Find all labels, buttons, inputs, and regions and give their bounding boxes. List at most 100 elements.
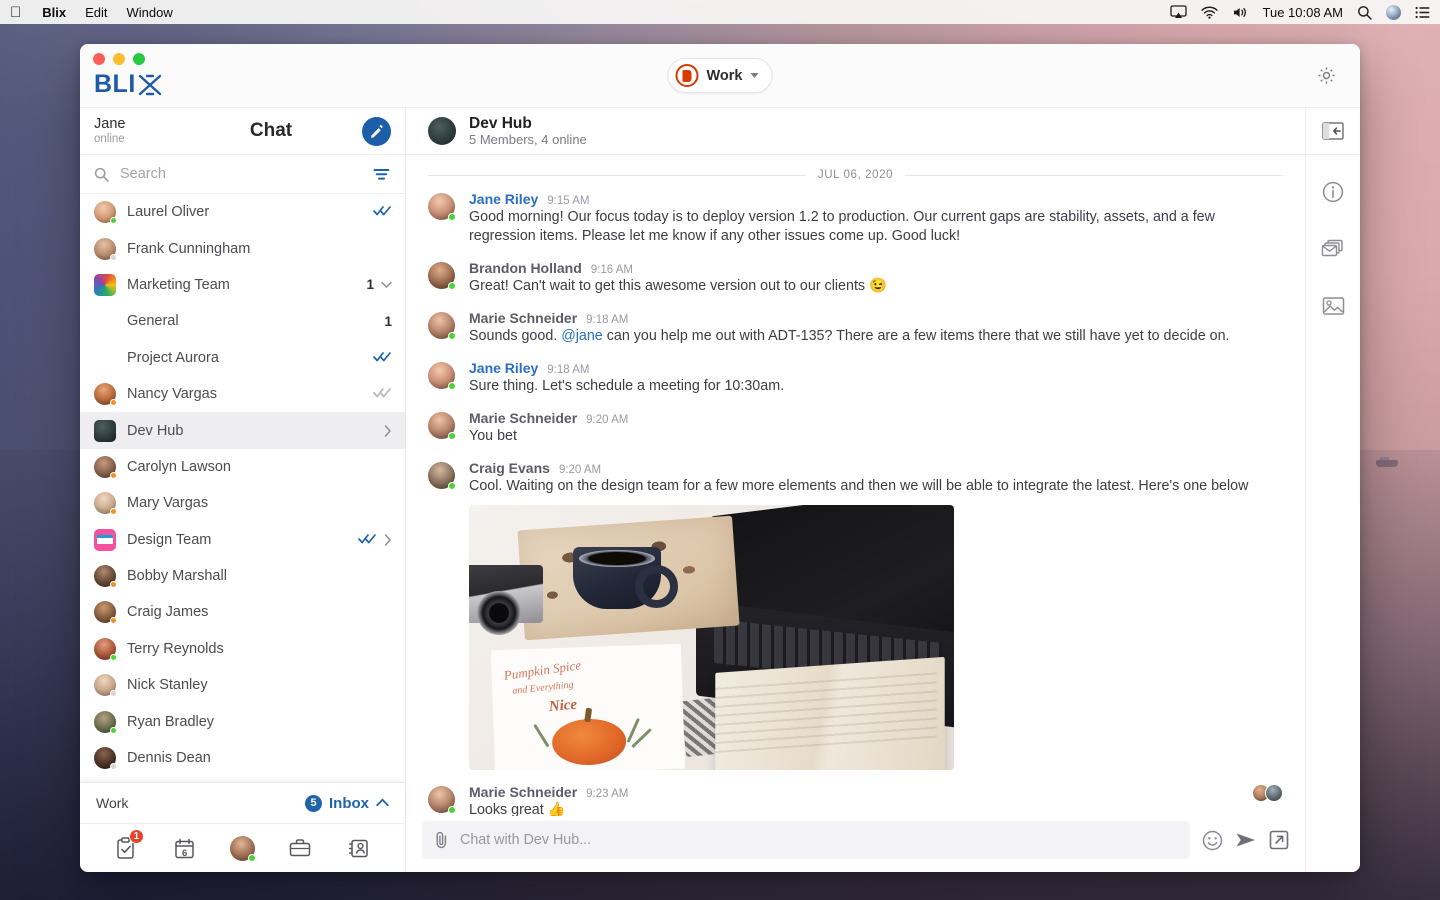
info-icon[interactable]	[1306, 163, 1361, 220]
chat-list-item-dev-hub[interactable]: Dev Hub	[80, 412, 405, 449]
chat-list-item-nick-stanley[interactable]: Nick Stanley	[80, 667, 405, 703]
sidebar-search-bar[interactable]	[80, 155, 405, 194]
smiley-icon[interactable]	[1202, 830, 1223, 851]
message-author[interactable]: Marie Schneider	[469, 410, 577, 426]
current-user[interactable]: Jane online	[94, 116, 190, 146]
mention-link[interactable]: @jane	[561, 328, 603, 344]
menu-window[interactable]: Window	[127, 5, 173, 20]
message-author[interactable]: Jane Riley	[469, 191, 538, 207]
message-author[interactable]: Jane Riley	[469, 360, 538, 376]
gear-icon[interactable]	[1314, 64, 1338, 88]
chat-list-item-label: Marketing Team	[127, 276, 230, 293]
message-item: Marie Schneider 9:20 AM You bet	[428, 410, 1283, 446]
composer-input-box[interactable]	[422, 821, 1190, 859]
chat-list-item-design-team[interactable]: Design Team	[80, 522, 405, 558]
inbox-bar[interactable]: Work 5 Inbox	[80, 782, 405, 823]
message-author[interactable]: Craig Evans	[469, 460, 550, 476]
inbox-label: Inbox	[329, 794, 369, 812]
message-image-attachment[interactable]: Pumpkin Spice and Everything Nice	[469, 505, 954, 770]
message-text: Good morning! Our focus today is to depl…	[469, 209, 1215, 244]
avatar	[94, 637, 117, 661]
chat-list-item-project-aurora[interactable]: Project Aurora	[80, 340, 405, 376]
maximize-button[interactable]	[133, 53, 145, 65]
message-input[interactable]	[460, 832, 1178, 848]
avatar	[428, 193, 456, 221]
menu-blix[interactable]: Blix	[42, 5, 66, 20]
avatar	[94, 201, 117, 225]
window-controls[interactable]	[93, 53, 145, 65]
chat-list-item-nancy-vargas[interactable]: Nancy Vargas	[80, 376, 405, 412]
contacts-tab[interactable]	[341, 831, 375, 865]
external-link-icon[interactable]	[1269, 830, 1289, 850]
chat-list-item-bobby-marshall[interactable]: Bobby Marshall	[80, 558, 405, 594]
collapse-panel-icon[interactable]	[1306, 103, 1360, 160]
conversation-title: Dev Hub	[469, 114, 532, 132]
apple-menu-icon[interactable]: 	[10, 5, 21, 20]
control-center-icon[interactable]	[1415, 6, 1430, 19]
paperclip-icon[interactable]	[434, 831, 449, 849]
message-list[interactable]: JUL 06, 2020 Jane Riley 9:15 AM Good mor…	[406, 155, 1305, 816]
close-button[interactable]	[93, 53, 105, 65]
chat-list-item-laurel-oliver[interactable]: Laurel Oliver	[80, 194, 405, 230]
account-label: Work	[96, 795, 129, 811]
messages-stack-icon[interactable]	[1306, 220, 1361, 277]
inbox-count-badge: 5	[305, 794, 322, 812]
message-author[interactable]: Brandon Holland	[469, 260, 582, 276]
chevron-right-icon[interactable]	[384, 533, 392, 546]
menubar-clock[interactable]: Tue 10:08 AM	[1263, 5, 1343, 20]
siri-icon[interactable]	[1386, 4, 1401, 20]
message-author[interactable]: Marie Schneider	[469, 310, 577, 326]
chat-list-item-terry-reynolds[interactable]: Terry Reynolds	[80, 631, 405, 667]
chat-list-item-carolyn-lawson[interactable]: Carolyn Lawson	[80, 449, 405, 485]
minimize-button[interactable]	[113, 53, 125, 65]
workspace-label: Work	[706, 67, 743, 84]
message-author[interactable]: Marie Schneider	[469, 784, 577, 800]
send-icon[interactable]	[1235, 830, 1257, 850]
filter-icon[interactable]	[373, 168, 391, 181]
contact-card-icon	[348, 839, 368, 857]
wifi-icon[interactable]	[1200, 6, 1218, 19]
calendar-tab[interactable]: 6	[168, 831, 202, 865]
avatar	[94, 419, 116, 442]
chevron-down-icon[interactable]	[381, 281, 392, 289]
tasks-tab[interactable]: 1	[110, 829, 144, 865]
chat-list-item-general[interactable]: General 1	[80, 303, 405, 339]
chat-list-item-frank-cunningham[interactable]: Frank Cunningham	[80, 230, 405, 266]
chat-list-item-mary-vargas[interactable]: Mary Vargas	[80, 485, 405, 521]
chat-list-item-marketing-team[interactable]: Marketing Team 1	[80, 267, 405, 303]
briefcase-tab[interactable]	[283, 831, 317, 865]
image-gallery-icon[interactable]	[1306, 277, 1361, 334]
inbox-toggle[interactable]: 5 Inbox	[305, 794, 389, 812]
compose-button[interactable]	[362, 116, 391, 146]
message-text: Looks great 👍	[469, 802, 566, 816]
menu-edit[interactable]: Edit	[85, 5, 107, 20]
avatar	[229, 835, 256, 862]
airplay-icon[interactable]	[1169, 5, 1187, 19]
seen-by-avatars[interactable]	[1252, 784, 1283, 802]
chat-list-item-label: Project Aurora	[127, 349, 219, 366]
avatar	[94, 492, 117, 516]
avatar	[94, 273, 116, 296]
avatar	[428, 362, 456, 390]
chat-pane: Dev Hub 5 Members, 4 online JUL 06, 2020…	[406, 108, 1305, 872]
print-line-2: and Everything	[511, 679, 575, 697]
chat-list-item-label: Dennis Dean	[127, 750, 211, 767]
volume-icon[interactable]	[1232, 6, 1249, 19]
chat-list-item-ryan-bradley[interactable]: Ryan Bradley	[80, 703, 405, 739]
page-title: Chat	[249, 120, 293, 141]
search-input[interactable]	[120, 166, 363, 182]
blix-logo-text: BLI	[94, 70, 136, 98]
chat-list-item-label: Ryan Bradley	[127, 713, 215, 730]
search-icon[interactable]	[1357, 5, 1372, 20]
office-icon	[675, 64, 699, 87]
chat-list-item-label: Design Team	[127, 531, 212, 548]
read-receipt-icon	[373, 349, 392, 367]
chat-list[interactable]: Laurel Oliver Frank Cunningham Marketing…	[80, 194, 405, 872]
workspace-switcher[interactable]: Work	[667, 58, 773, 93]
briefcase-icon	[290, 839, 311, 857]
chevron-right-icon[interactable]	[384, 424, 392, 437]
chat-list-item-craig-james[interactable]: Craig James	[80, 594, 405, 630]
bottom-tab-bar[interactable]: 1 6	[80, 823, 405, 872]
chat-tab[interactable]	[225, 831, 259, 865]
chat-list-item-dennis-dean[interactable]: Dennis Dean	[80, 740, 405, 776]
